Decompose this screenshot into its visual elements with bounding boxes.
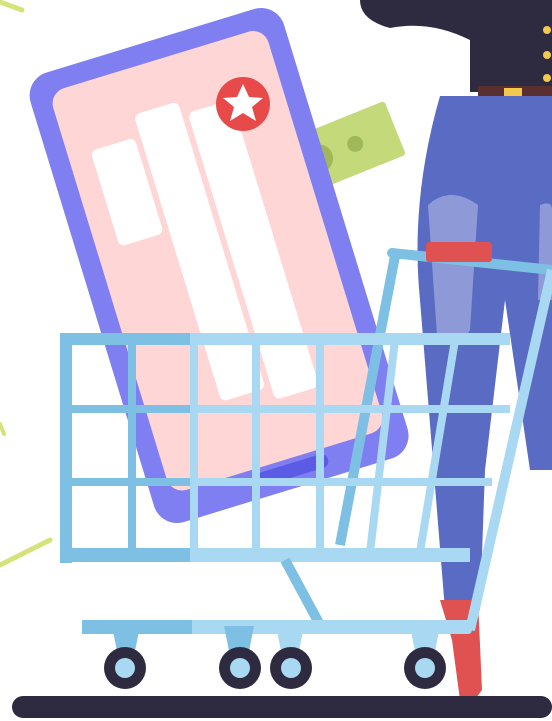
cart-handle-grip [426, 242, 492, 262]
cart-wheel [270, 647, 312, 689]
ground-line [12, 696, 552, 718]
jacket [360, 0, 552, 92]
star-badge [216, 77, 270, 131]
shopping-illustration [0, 0, 552, 718]
cart-wheel [404, 647, 446, 689]
cart-wheel [219, 647, 261, 689]
cart-wheel [104, 647, 146, 689]
